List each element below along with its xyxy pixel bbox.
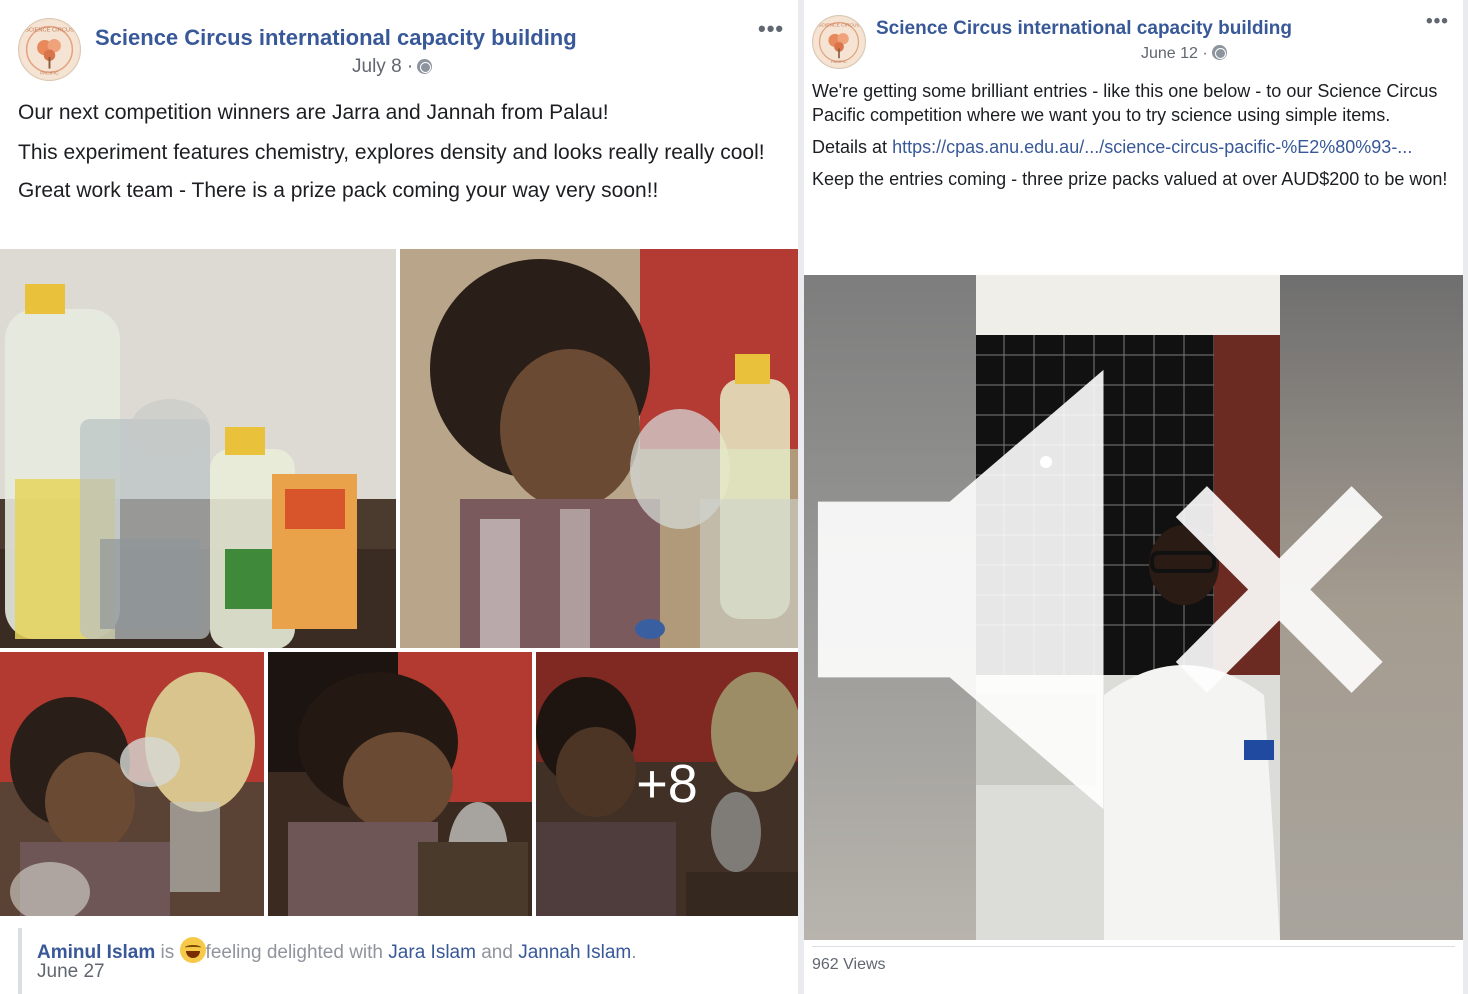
activity-period-text: . [631,942,637,963]
avatar-top-text: SCIENCE CIRCUS [818,23,860,29]
photo-girl-drinking-image [0,652,264,916]
post-text-line-2: This experiment features chemistry, expl… [18,141,765,164]
photo-1[interactable] [0,249,396,648]
globe-icon [1211,45,1227,60]
video-views-count: 962 Views [812,956,886,973]
photo-bottles-image [0,249,396,648]
page-logo-icon: SCIENCE CIRCUS PACIFIC [19,19,80,80]
post-text: Our next competition winners are Jarra a… [18,98,783,206]
page-name-link[interactable]: Science Circus international capacity bu… [876,18,1292,40]
post-text: We're getting some brilliant entries - l… [812,79,1452,191]
details-link[interactable]: https://cpas.anu.edu.au/.../science-circ… [892,137,1412,157]
more-photos-overlay[interactable]: +8 [536,652,798,916]
post-text-paragraph-3: Keep the entries coming - three prize pa… [812,169,1448,189]
divider [812,946,1455,947]
activity-and-text: and [481,942,513,963]
tagged-user-1-link[interactable]: Jara Islam [388,942,476,963]
shared-activity-bar [18,928,22,994]
post-date[interactable]: June 12 · [1141,45,1227,63]
post-date-text: June 12 · [1141,45,1208,62]
more-options-icon[interactable]: ••• [1426,12,1449,31]
page-logo-icon: SCIENCE CIRCUS PACIFIC [813,16,865,68]
activity-feeling-text: feeling delighted with [205,942,384,963]
post-details-paragraph: Details at https://cpas.anu.edu.au/.../s… [812,135,1452,159]
photo-girl-looking-down-image [268,652,532,916]
activity-line: Aminul Islam is feeling delighted with J… [37,937,637,965]
photo-3[interactable] [0,652,264,916]
photo-4[interactable] [268,652,532,916]
avatar-top-text: SCIENCE CIRCUS [25,27,74,33]
details-prefix-text: Details at [812,137,888,157]
avatar-bottom-text: PACIFIC [831,59,847,64]
tagged-user-2-link[interactable]: Jannah Islam [518,942,631,963]
post-date-text: July 8 · [352,56,414,77]
photo-2[interactable] [400,249,798,648]
avatar-bottom-text: PACIFIC [40,70,59,76]
post-date[interactable]: July 8 · [352,56,433,78]
feeling-emoji-icon [179,937,206,963]
photo-5-more[interactable]: +8 [536,652,798,916]
page-name-link[interactable]: Science Circus international capacity bu… [95,25,577,51]
page-avatar[interactable]: SCIENCE CIRCUS PACIFIC [812,15,866,69]
globe-icon [417,59,433,74]
post-text-line-1: Our next competition winners are Jarra a… [18,101,609,124]
page-avatar[interactable]: SCIENCE CIRCUS PACIFIC [18,18,81,81]
post-text-paragraph-1: We're getting some brilliant entries - l… [812,81,1438,125]
post-right: SCIENCE CIRCUS PACIFIC Science Circus in… [804,0,1463,994]
photo-girl-glass-image [400,249,798,648]
activity-actor-link[interactable]: Aminul Islam [37,942,155,963]
activity-is-text: is [160,942,175,963]
mute-icon[interactable] [804,275,1433,922]
activity-date[interactable]: June 27 [37,961,105,983]
post-text-line-3: Great work team - There is a prize pack … [18,179,659,202]
more-options-icon[interactable]: ••• [758,18,784,40]
video-player[interactable] [804,275,1463,940]
post-left: SCIENCE CIRCUS PACIFIC Science Circus in… [0,0,798,994]
